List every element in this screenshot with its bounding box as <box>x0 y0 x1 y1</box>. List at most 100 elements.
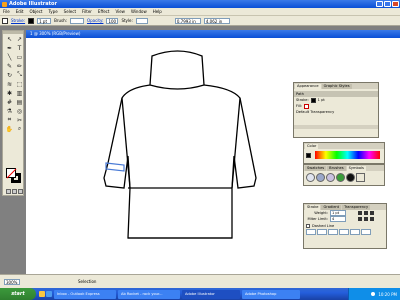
menu-file[interactable]: File <box>2 9 11 14</box>
pencil-icon[interactable]: ✏ <box>15 62 24 70</box>
close-button[interactable] <box>392 1 399 7</box>
scissors-icon[interactable]: ✂ <box>15 116 24 124</box>
scale-icon[interactable]: ⤡ <box>15 71 24 79</box>
appearance-footer <box>294 125 378 129</box>
hand-icon[interactable]: ✋ <box>5 125 14 133</box>
opacity-field[interactable]: 100 <box>106 17 119 24</box>
clock: 10:20 PM <box>378 291 397 297</box>
symbol-sprayer-icon[interactable]: ✱ <box>5 89 14 97</box>
fill-indicator-none[interactable] <box>6 168 16 178</box>
eyedropper-icon[interactable]: ⚗ <box>5 107 14 115</box>
type-tool-icon[interactable]: T <box>15 44 24 52</box>
pen-tool-icon[interactable]: ✒ <box>5 44 14 52</box>
brush-dropdown[interactable] <box>69 17 84 24</box>
dash-field-3[interactable] <box>350 229 360 235</box>
miter-limit-field[interactable]: 4 <box>330 216 346 222</box>
menu-view[interactable]: View <box>114 9 126 14</box>
quicklaunch-icon[interactable] <box>46 291 52 297</box>
start-button[interactable]: start <box>0 288 36 300</box>
blend-icon[interactable]: ◎ <box>15 107 24 115</box>
menu-edit[interactable]: Edit <box>15 9 25 14</box>
control-bar: Stroke: 1 pt Brush: Opacity: 100 Style: … <box>0 16 400 26</box>
slice-icon[interactable]: ⌗ <box>5 116 14 124</box>
maximize-button[interactable] <box>384 1 391 7</box>
appearance-fill-swatch[interactable] <box>304 103 310 109</box>
stroke-swatch[interactable] <box>28 17 35 24</box>
menu-effect[interactable]: Effect <box>97 9 111 14</box>
zoom-field[interactable]: 300% <box>4 278 20 285</box>
tab-transparency[interactable]: Transparency <box>342 205 371 210</box>
fill-swatch[interactable] <box>2 17 8 24</box>
minimize-button[interactable] <box>376 1 383 7</box>
cap-round-icon[interactable] <box>364 211 368 215</box>
symbol-swatch[interactable] <box>306 173 315 182</box>
stroke-label[interactable]: Stroke: <box>11 18 25 23</box>
taskbar-illustrator[interactable]: Adobe Illustrator <box>182 289 240 299</box>
symbol-swatch[interactable] <box>356 173 365 182</box>
dash-field-2[interactable] <box>328 229 338 235</box>
gradient-icon[interactable]: ▤ <box>15 98 24 106</box>
menu-select[interactable]: Select <box>63 9 77 14</box>
style-dropdown[interactable] <box>135 17 148 24</box>
gap-field-2[interactable] <box>339 229 349 235</box>
appearance-fill-label: Fill: <box>296 104 303 108</box>
zoom-icon[interactable]: ⌕ <box>15 125 24 133</box>
tab-graphic-styles[interactable]: Graphic Styles <box>321 84 352 89</box>
direct-selection-icon[interactable]: ↗ <box>15 35 24 43</box>
cap-square-icon[interactable] <box>370 211 374 215</box>
graph-icon[interactable]: ▥ <box>15 89 24 97</box>
warp-icon[interactable]: ≋ <box>5 80 14 88</box>
taskbar-photoshop[interactable]: Adobe Photoshop <box>242 289 300 299</box>
full-screen-button[interactable] <box>18 189 23 194</box>
menu-window[interactable]: Window <box>130 9 148 14</box>
tab-swatches[interactable]: Swatches <box>305 166 327 171</box>
quicklaunch-icon[interactable] <box>39 291 45 297</box>
symbol-swatch[interactable] <box>346 173 355 182</box>
taskbar-browser[interactable]: Ab Rocket - rock your... <box>118 289 180 299</box>
join-miter-icon[interactable] <box>358 217 362 221</box>
window-title: Adobe Illustrator <box>9 1 57 7</box>
appearance-stroke-swatch[interactable] <box>310 97 316 103</box>
join-bevel-icon[interactable] <box>370 217 374 221</box>
color-panel: Color <box>303 142 385 164</box>
normal-mode-button[interactable] <box>6 189 11 194</box>
menu-object[interactable]: Object <box>28 9 43 14</box>
symbol-swatch[interactable] <box>316 173 325 182</box>
mesh-icon[interactable]: # <box>5 98 14 106</box>
line-tool-icon[interactable]: ╲ <box>5 53 14 61</box>
rotate-icon[interactable]: ↻ <box>5 71 14 79</box>
tab-stroke[interactable]: Stroke <box>305 205 321 210</box>
dashed-line-checkbox[interactable] <box>306 224 310 228</box>
selection-tool-icon[interactable]: ↖ <box>5 35 14 43</box>
tab-symbols[interactable]: Symbols <box>346 166 366 171</box>
color-spectrum-ramp[interactable] <box>315 151 380 159</box>
join-round-icon[interactable] <box>364 217 368 221</box>
full-screen-menu-button[interactable] <box>12 189 17 194</box>
y-position-field[interactable]: 4.062 in <box>203 17 230 24</box>
color-stroke-swatch[interactable] <box>306 152 311 158</box>
menu-filter[interactable]: Filter <box>81 9 93 14</box>
opacity-label[interactable]: Opacity: <box>87 18 103 23</box>
tab-brushes[interactable]: Brushes <box>327 166 346 171</box>
rectangle-tool-icon[interactable]: ▭ <box>15 53 24 61</box>
free-transform-icon[interactable]: ⬚ <box>15 80 24 88</box>
stroke-weight-field[interactable]: 1 pt <box>37 17 52 24</box>
menu-help[interactable]: Help <box>152 9 163 14</box>
menu-type[interactable]: Type <box>47 9 58 14</box>
dash-field-1[interactable] <box>306 229 316 235</box>
screen-modes <box>6 189 23 194</box>
paintbrush-icon[interactable]: ✎ <box>5 62 14 70</box>
symbol-swatch[interactable] <box>336 173 345 182</box>
tab-appearance[interactable]: Appearance <box>295 84 321 89</box>
taskbar-outlook[interactable]: Inbox - Outlook Express <box>54 289 116 299</box>
tab-color[interactable]: Color <box>305 144 319 149</box>
cap-butt-icon[interactable] <box>358 211 362 215</box>
gap-field-3[interactable] <box>361 229 371 235</box>
brush-label: Brush: <box>54 18 67 23</box>
tray-volume-icon[interactable] <box>371 292 376 296</box>
gap-field-1[interactable] <box>317 229 327 235</box>
system-tray: 10:20 PM <box>348 288 400 300</box>
fill-stroke-selector[interactable] <box>6 168 22 184</box>
x-position-field[interactable]: 0.7993 in <box>174 17 201 24</box>
symbol-swatch[interactable] <box>326 173 335 182</box>
